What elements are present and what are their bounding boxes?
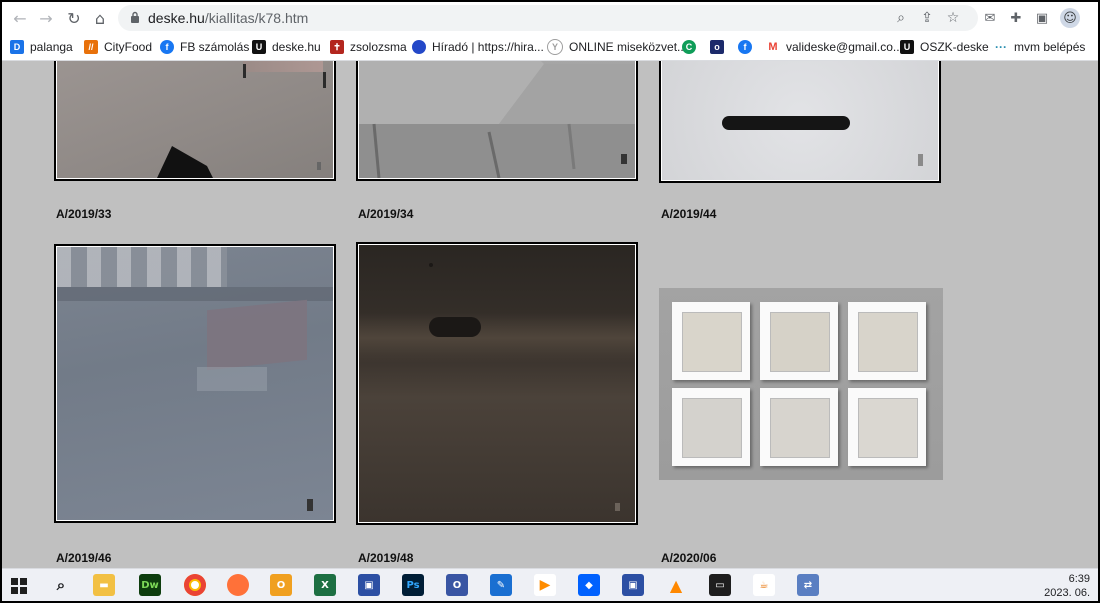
- file-explorer-icon[interactable]: ▬: [93, 574, 115, 596]
- artwork-thumbnail[interactable]: [356, 61, 638, 181]
- windows-taskbar: ⌕ ▬ Dw O X ▣ Ps O ✎ ▶ ◆ ▣ ▲ ▭ ☕ ⇄ 6:39 2…: [2, 568, 1098, 601]
- artwork-caption: A/2020/06: [661, 551, 717, 565]
- green-c-icon: C: [682, 40, 696, 54]
- share-icon[interactable]: ⇪: [918, 9, 936, 27]
- bookmark-green[interactable]: C: [682, 38, 702, 56]
- artwork-thumbnail[interactable]: [356, 242, 638, 525]
- mail-extension-icon[interactable]: ✉: [980, 8, 1000, 28]
- address-bar[interactable]: deske.hu/kiallitas/k78.htm ⌕ ⇪ ☆: [118, 5, 978, 31]
- artwork-image: [659, 288, 943, 480]
- bookmark-zsolozsma[interactable]: ✝ zsolozsma: [330, 38, 407, 56]
- d-letter-icon: D: [10, 40, 24, 54]
- profile-avatar[interactable]: ☺: [1060, 8, 1080, 28]
- bookmark-online-mise[interactable]: Y ONLINE miseközvet...: [547, 38, 687, 56]
- reload-icon[interactable]: ↻: [64, 8, 84, 28]
- artwork-caption: A/2019/34: [358, 207, 414, 221]
- artwork-image: [57, 247, 333, 520]
- artwork-thumbnail[interactable]: [659, 61, 941, 183]
- bookmark-cityfood[interactable]: // CityFood: [84, 38, 152, 56]
- artwork-image: [57, 61, 333, 178]
- windows-start-icon[interactable]: [11, 578, 27, 594]
- cityfood-icon: //: [84, 40, 98, 54]
- bookmark-blue-square[interactable]: o: [710, 38, 730, 56]
- bookmark-label: palanga: [30, 40, 73, 54]
- bookmark-gmail[interactable]: Mvalideske@gmail.co...: [766, 38, 903, 56]
- gallery-page: A/2019/33 A/2019/34 A/2019/44 A/2019/46 …: [2, 61, 1098, 568]
- oszk-icon: U: [900, 40, 914, 54]
- side-panel-icon[interactable]: ▣: [1032, 8, 1052, 28]
- zoom-icon[interactable]: ⌕: [892, 9, 910, 27]
- bookmark-label: FB számolás: [180, 40, 250, 54]
- bookmark-facebook[interactable]: f: [738, 38, 758, 56]
- opera-office-icon[interactable]: O: [270, 574, 292, 596]
- photoshop-icon[interactable]: Ps: [402, 574, 424, 596]
- vlc-icon[interactable]: ▲: [665, 574, 687, 596]
- artwork-image: [359, 61, 635, 178]
- artwork-image: [359, 245, 635, 522]
- bookmark-star-icon[interactable]: ☆: [944, 9, 962, 27]
- facebook-icon: f: [160, 40, 174, 54]
- bookmark-label: mvm belépés: [1014, 40, 1086, 54]
- browser-window: ← → ↻ ⌂ deske.hu/kiallitas/k78.htm ⌕ ⇪ ☆…: [2, 2, 1098, 601]
- bookmark-label: valideske@gmail.co...: [786, 40, 903, 54]
- bookmark-mvm[interactable]: ··· mvm belépés: [994, 38, 1085, 56]
- artwork-thumbnail[interactable]: [54, 244, 336, 523]
- artwork-caption: A/2019/33: [56, 207, 112, 221]
- artwork-thumbnail[interactable]: [54, 61, 336, 181]
- url-domain: deske.hu: [148, 10, 205, 26]
- java-icon[interactable]: ☕: [753, 574, 775, 596]
- artwork-caption: A/2019/48: [358, 551, 414, 565]
- media-player-icon[interactable]: ▶: [534, 574, 556, 596]
- gmail-icon: M: [766, 40, 780, 54]
- artwork-caption: A/2019/44: [661, 207, 717, 221]
- facebook-icon: f: [738, 40, 752, 54]
- bookmark-deske[interactable]: Udeske.hu: [252, 38, 321, 56]
- artwork-image: [662, 61, 938, 180]
- forward-icon[interactable]: →: [36, 8, 56, 28]
- dropbox-icon[interactable]: ◆: [578, 574, 600, 596]
- bookmark-fb-szamolas[interactable]: f FB számolás: [160, 38, 249, 56]
- artwork-caption: A/2019/46: [56, 551, 112, 565]
- online-mise-icon: Y: [547, 39, 563, 55]
- bookmark-palanga[interactable]: Dpalanga: [10, 38, 73, 56]
- network-icon[interactable]: ⇄: [797, 574, 819, 596]
- bookmark-hirado[interactable]: Híradó | https://hira...: [412, 38, 544, 56]
- home-icon[interactable]: ⌂: [90, 8, 110, 28]
- bookmark-label: ONLINE miseközvet...: [569, 40, 688, 54]
- deske-icon: U: [252, 40, 266, 54]
- bookmark-label: OSZK-deske: [920, 40, 989, 54]
- blue-square-icon: o: [710, 40, 724, 54]
- dreamweaver-icon[interactable]: Dw: [139, 574, 161, 596]
- lock-icon: [131, 11, 139, 23]
- artwork-thumbnail[interactable]: [659, 288, 943, 480]
- save-disk-icon[interactable]: ▣: [358, 574, 380, 596]
- zsolozsma-icon: ✝: [330, 40, 344, 54]
- clock-time: 6:39: [1068, 573, 1090, 585]
- bookmark-label: deske.hu: [272, 40, 321, 54]
- bookmark-oszk[interactable]: U OSZK-deske: [900, 38, 989, 56]
- search-icon[interactable]: ⌕: [50, 574, 72, 596]
- bookmarks-bar: Dpalanga // CityFood f FB számolás Udeske.…: [2, 34, 1098, 61]
- url-text: deske.hu/kiallitas/k78.htm: [148, 10, 308, 26]
- hirado-icon: [412, 40, 426, 54]
- outlook-icon[interactable]: O: [446, 574, 468, 596]
- bookmark-label: Híradó | https://hira...: [432, 40, 544, 54]
- terminal-icon[interactable]: ▭: [709, 574, 731, 596]
- bookmark-label: zsolozsma: [350, 40, 407, 54]
- excel-icon[interactable]: X: [314, 574, 336, 596]
- url-path: /kiallitas/k78.htm: [204, 10, 309, 26]
- firefox-icon[interactable]: [227, 574, 249, 596]
- chrome-icon[interactable]: [184, 574, 206, 596]
- browser-toolbar: ← → ↻ ⌂ deske.hu/kiallitas/k78.htm ⌕ ⇪ ☆…: [2, 2, 1098, 34]
- mvm-icon: ···: [995, 40, 1007, 54]
- clock-date: 2023. 06.: [1044, 587, 1090, 599]
- system-clock[interactable]: 6:39 2023. 06.: [1044, 572, 1090, 600]
- editor-icon[interactable]: ✎: [490, 574, 512, 596]
- bookmark-label: CityFood: [104, 40, 153, 54]
- save-disk-icon[interactable]: ▣: [622, 574, 644, 596]
- back-icon[interactable]: ←: [10, 8, 30, 28]
- extensions-puzzle-icon[interactable]: ✚: [1006, 8, 1026, 28]
